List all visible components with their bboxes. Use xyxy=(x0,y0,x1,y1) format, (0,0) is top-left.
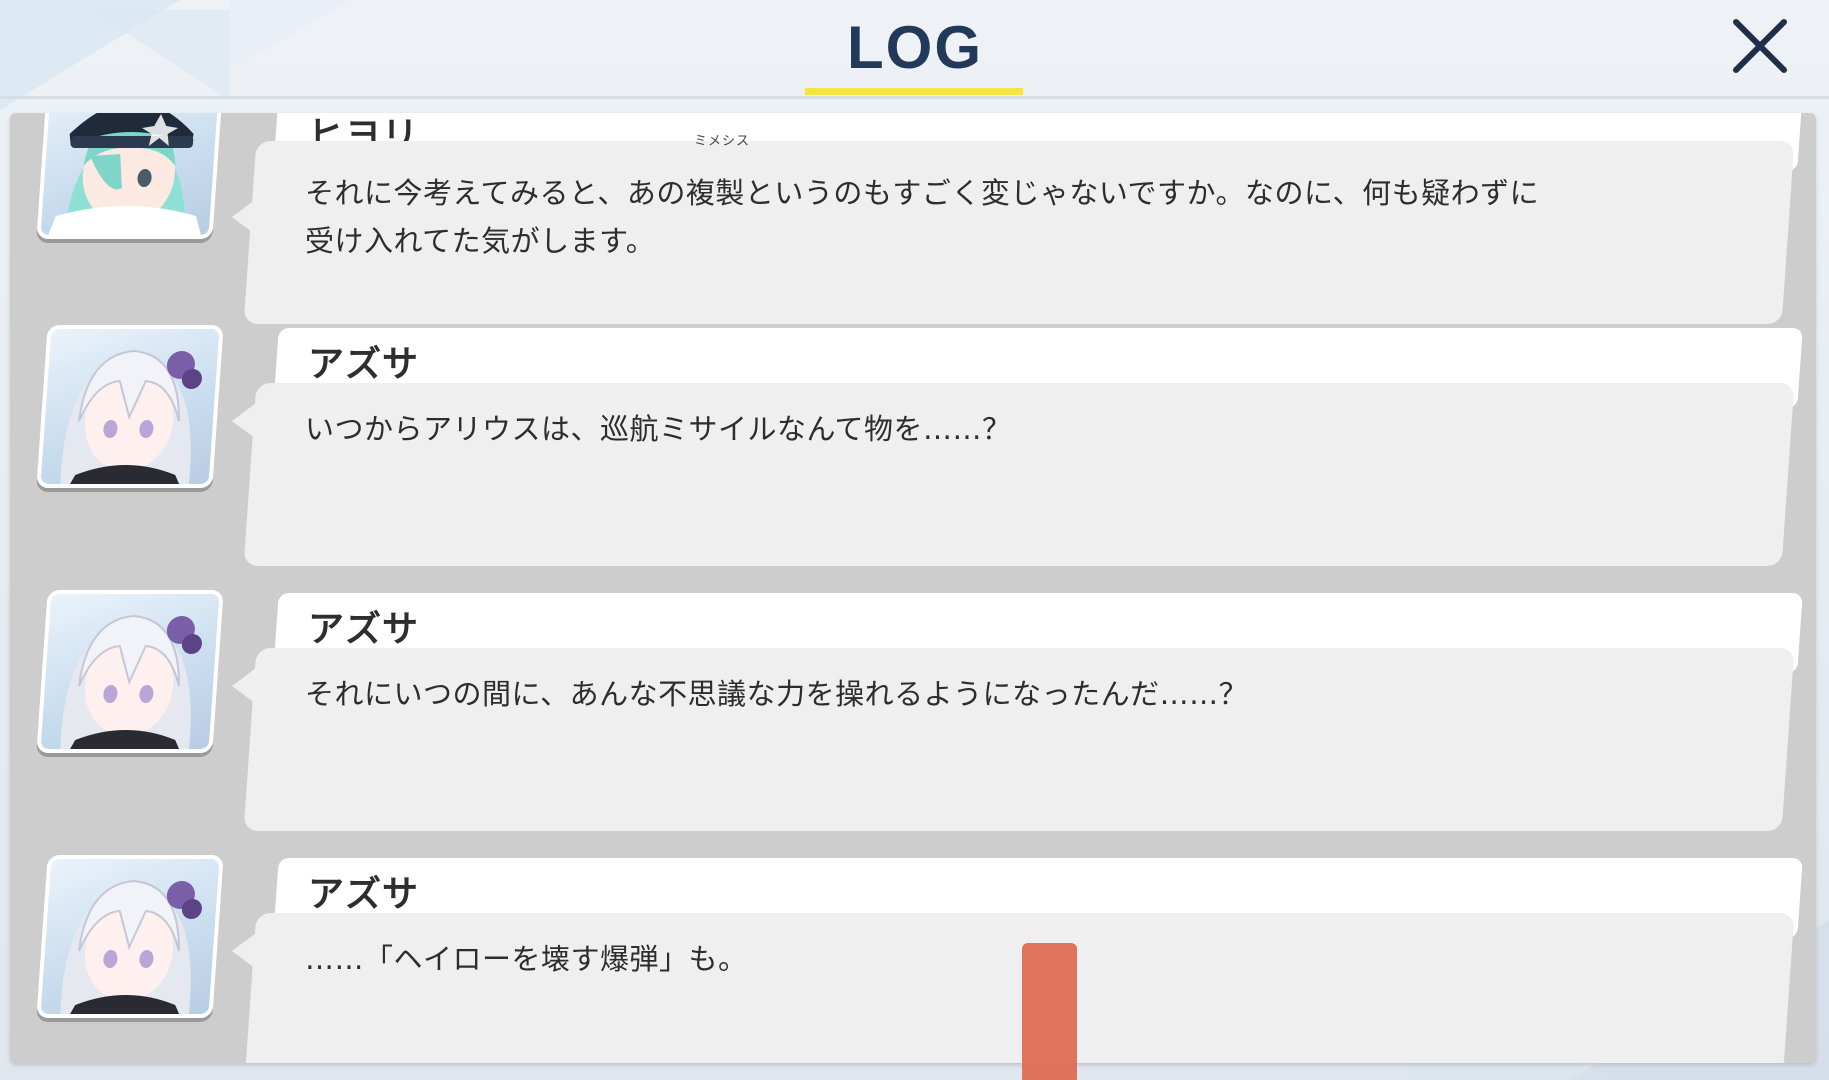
avatar-hiyori xyxy=(36,113,224,239)
log-entry: ヒヨリ ミメシス それに今考えてみると、あの複製というのもすごく変じゃないですか… xyxy=(10,113,1816,324)
log-list[interactable]: ヒヨリ ミメシス それに今考えてみると、あの複製というのもすごく変じゃないですか… xyxy=(10,113,1816,1063)
azusa-portrait-icon xyxy=(60,614,202,753)
close-button[interactable] xyxy=(1728,14,1792,78)
log-header: LOG xyxy=(0,0,1829,99)
title-underline xyxy=(805,88,1023,95)
page-title: LOG xyxy=(847,14,983,81)
message-text: それに今考えてみると、あの複製というのもすごく変じゃないですか。なのに、何も疑わ… xyxy=(305,176,1540,258)
log-entry: アズサ いつからアリウスは、巡航ミサイルなんて物を……？ xyxy=(10,325,1816,591)
message-text: ……「ヘイローを壊す爆弾」も。 xyxy=(305,942,748,976)
avatar-azusa xyxy=(36,325,224,488)
bubble-tail xyxy=(232,199,256,235)
azusa-portrait-icon xyxy=(60,349,202,488)
log-entry: アズサ ……「ヘイローを壊す爆弾」も。 xyxy=(10,855,1816,1063)
avatar-azusa xyxy=(36,855,224,1018)
bubble-tail xyxy=(232,403,256,439)
ruby-annotation: ミメシス xyxy=(694,134,751,149)
log-entry: アズサ それにいつの間に、あんな不思議な力を操れるようになったんだ……？ xyxy=(10,590,1816,856)
azusa-portrait-icon xyxy=(60,879,202,1018)
scroll-handle[interactable] xyxy=(1022,943,1077,1080)
message-text: それにいつの間に、あんな不思議な力を操れるようになったんだ……？ xyxy=(305,677,1249,711)
bubble-tail xyxy=(232,668,256,704)
message-text: いつからアリウスは、巡航ミサイルなんて物を……？ xyxy=(305,412,1012,446)
avatar-azusa xyxy=(36,590,224,753)
bubble-tail xyxy=(232,933,256,969)
header-divider xyxy=(0,96,1829,99)
close-icon xyxy=(1733,19,1787,73)
hiyori-portrait-icon xyxy=(43,113,204,239)
